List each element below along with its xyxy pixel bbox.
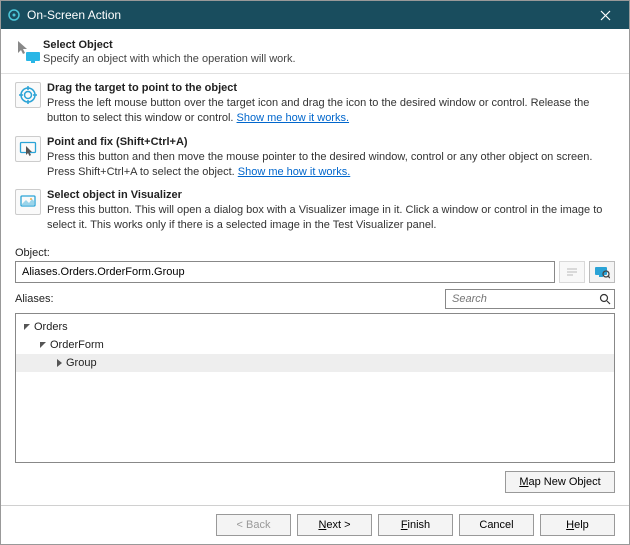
method-point: Point and fix (Shift+Ctrl+A) Press this … (15, 136, 615, 180)
tree-node-orders[interactable]: Orders (16, 318, 614, 336)
method-drag: Drag the target to point to the object P… (15, 82, 615, 126)
header-title: Select Object (43, 39, 615, 51)
close-button[interactable] (585, 1, 625, 29)
object-input[interactable] (15, 261, 555, 283)
highlight-button (559, 261, 585, 283)
tree-node-label: OrderForm (50, 339, 104, 351)
method-point-link[interactable]: Show me how it works. (238, 166, 350, 178)
help-button[interactable]: Help (540, 514, 615, 536)
finish-button[interactable]: Finish (378, 514, 453, 536)
object-spy-button[interactable] (589, 261, 615, 283)
app-icon (7, 8, 21, 22)
header: Select Object Specify an object with whi… (1, 29, 629, 74)
method-visualizer: Select object in Visualizer Press this b… (15, 189, 615, 233)
tree-node-label: Group (66, 357, 97, 369)
tree-node-label: Orders (34, 321, 68, 333)
method-point-desc: Press this button and then move the mous… (47, 150, 615, 180)
method-point-title: Point and fix (Shift+Ctrl+A) (47, 136, 615, 148)
aliases-tree[interactable]: Orders OrderForm Group (15, 313, 615, 463)
footer: < Back Next > Finish Cancel Help (1, 505, 629, 544)
method-drag-link[interactable]: Show me how it works. (237, 112, 349, 124)
cancel-button[interactable]: Cancel (459, 514, 534, 536)
method-drag-desc: Press the left mouse button over the tar… (47, 96, 615, 126)
drag-target-icon[interactable] (15, 82, 41, 108)
method-visualizer-desc: Press this button. This will open a dial… (47, 203, 615, 233)
expand-icon[interactable] (20, 323, 34, 331)
search-icon (599, 293, 611, 305)
collapse-icon[interactable] (52, 359, 66, 367)
map-new-object-button[interactable]: Map New Object (505, 471, 615, 493)
expand-icon[interactable] (36, 341, 50, 349)
search-input[interactable] (445, 289, 615, 309)
aliases-label: Aliases: (15, 293, 445, 305)
point-fix-icon[interactable] (15, 136, 41, 162)
back-button: < Back (216, 514, 291, 536)
tree-node-group[interactable]: Group (16, 354, 614, 372)
next-button[interactable]: Next > (297, 514, 372, 536)
select-object-icon (15, 39, 43, 65)
method-drag-title: Drag the target to point to the object (47, 82, 615, 94)
object-label: Object: (15, 247, 50, 259)
window-title: On-Screen Action (27, 8, 585, 22)
titlebar: On-Screen Action (1, 1, 629, 29)
visualizer-icon[interactable] (15, 189, 41, 215)
method-visualizer-title: Select object in Visualizer (47, 189, 615, 201)
dialog-window: On-Screen Action Select Object Specify a… (0, 0, 630, 545)
header-subtitle: Specify an object with which the operati… (43, 53, 615, 65)
tree-node-orderform[interactable]: OrderForm (16, 336, 614, 354)
